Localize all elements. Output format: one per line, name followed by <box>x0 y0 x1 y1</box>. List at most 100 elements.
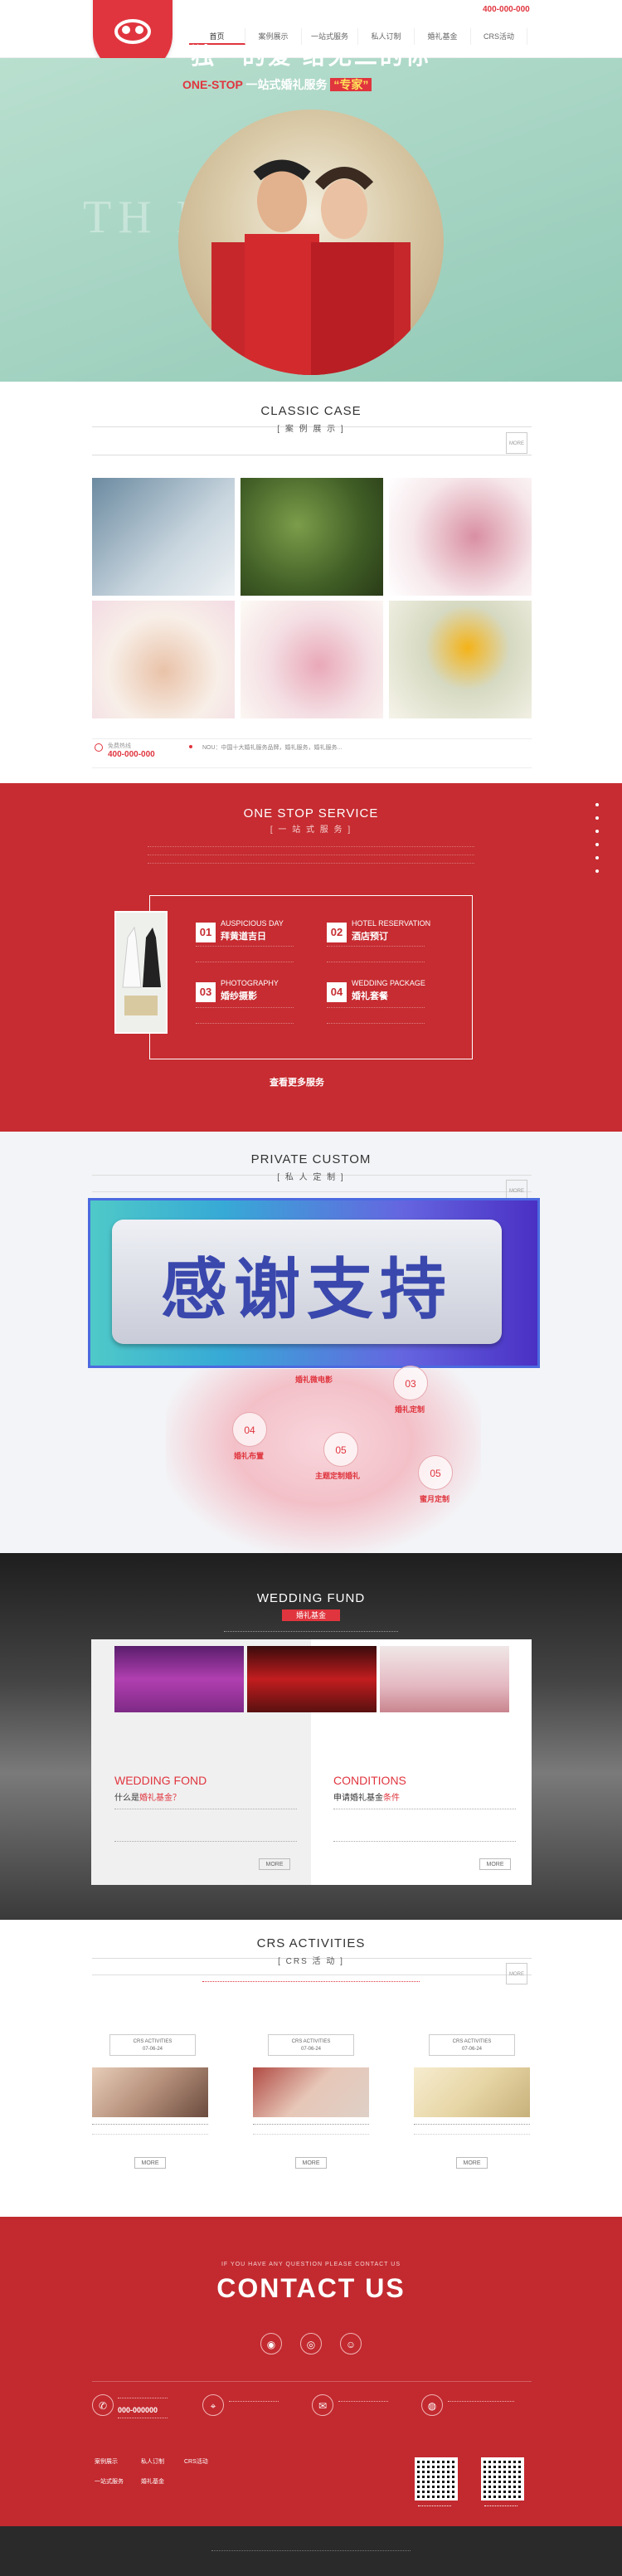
activity-tag-label: CRS ACTIVITIES <box>291 2039 331 2044</box>
hero-couple-photo <box>178 110 444 375</box>
page-dot[interactable] <box>595 816 599 820</box>
fund-right-title: CONDITIONS <box>333 1774 406 1787</box>
private-circle[interactable]: 05 <box>418 1455 453 1490</box>
fund-right-more-button[interactable]: MORE <box>479 1858 511 1870</box>
location-icon: ⌖ <box>202 2394 224 2416</box>
fund-right-cn-a: 申请婚礼基金 <box>333 1794 383 1803</box>
classic-more-button[interactable]: MORE <box>506 432 527 454</box>
fund-left-more-button[interactable]: MORE <box>259 1858 290 1870</box>
activity-photo[interactable] <box>92 2067 208 2117</box>
service-desc <box>327 946 425 962</box>
hero-subtitle: ONE-STOP 一站式婚礼服务 “专家” <box>182 76 372 93</box>
service-more-link[interactable]: 查看更多服务 <box>270 1075 324 1088</box>
news-ticker[interactable]: NOU：中国十大婚礼服务品牌，婚礼服务，婚礼服务... <box>202 743 342 752</box>
qq-icon[interactable]: ☺ <box>340 2333 362 2354</box>
activity-photo[interactable] <box>253 2067 369 2117</box>
case-photo[interactable] <box>241 478 383 596</box>
hero-onestop: ONE-STOP <box>182 78 243 91</box>
service-cn[interactable]: 婚礼套餐 <box>352 989 388 1002</box>
private-circle[interactable]: 05 <box>323 1432 358 1467</box>
page-dot[interactable] <box>595 856 599 859</box>
fund-left-cn-a: 什么是 <box>114 1794 139 1803</box>
service-title: ONE STOP SERVICE <box>243 806 379 821</box>
contact-website <box>448 2401 514 2403</box>
case-photo[interactable] <box>92 478 235 596</box>
service-desc <box>327 1007 425 1024</box>
news-bullet <box>189 745 192 748</box>
case-photo[interactable] <box>92 601 235 718</box>
case-photo[interactable] <box>389 478 532 596</box>
contact-phone-hint <box>118 2418 168 2419</box>
activity-desc <box>92 2134 208 2135</box>
hero-title: 独一的爱 给无二的你 <box>191 43 431 69</box>
private-label[interactable]: 蜜月定制 <box>420 1493 449 1504</box>
page-dot[interactable] <box>595 803 599 806</box>
activity-tag: CRS ACTIVITIES 07-06-24 <box>109 2034 196 2056</box>
mail-icon: ✉ <box>312 2394 333 2416</box>
activity-date: 07-06-24 <box>300 2047 322 2052</box>
service-en: PHOTOGRAPHY <box>221 979 279 987</box>
activity-more-button[interactable]: MORE <box>295 2157 327 2169</box>
activity-more-button[interactable]: MORE <box>134 2157 166 2169</box>
phone-icon <box>95 743 103 752</box>
qr-label <box>418 2505 451 2507</box>
activity-title[interactable] <box>414 2124 530 2126</box>
private-label[interactable]: 主题定制婚礼 <box>315 1470 360 1481</box>
private-label[interactable]: 婚礼布置 <box>234 1450 264 1461</box>
service-cn[interactable]: 婚纱摄影 <box>221 989 257 1002</box>
activity-date: 07-06-24 <box>142 2047 163 2052</box>
footer-link[interactable]: CRS活动 <box>184 2457 208 2466</box>
fund-right-desc <box>333 1809 516 1842</box>
service-num: 01 <box>196 923 216 942</box>
free-hotline-label: 免费热线 <box>108 743 131 749</box>
weibo-icon[interactable]: ◉ <box>260 2333 282 2354</box>
divider <box>92 1191 532 1192</box>
copyright-text <box>211 2550 411 2552</box>
contact-address <box>229 2401 279 2403</box>
classic-title: CLASSIC CASE <box>260 404 362 418</box>
private-circle[interactable]: 03 <box>393 1366 428 1400</box>
fund-left-subtitle: 什么是婚礼基金？ <box>114 1790 181 1803</box>
footer-link[interactable]: 私人订制 <box>141 2457 164 2466</box>
service-desc <box>196 1007 294 1024</box>
globe-icon: ◍ <box>421 2394 443 2416</box>
fund-photo <box>114 1646 244 1712</box>
service-cn[interactable]: 拜黄道吉日 <box>221 929 266 942</box>
activity-photo[interactable] <box>414 2067 530 2117</box>
activities-subtitle: [ CRS 活 动 ] <box>278 1957 344 1966</box>
page-dot[interactable] <box>595 869 599 873</box>
footer-link[interactable]: 一站式服务 <box>95 2477 124 2486</box>
classic-subtitle: [ 案 例 展 示 ] <box>277 425 345 434</box>
case-photo[interactable] <box>389 601 532 718</box>
case-photo[interactable] <box>241 601 383 718</box>
private-label[interactable]: 婚礼定制 <box>395 1404 425 1415</box>
service-intro-text <box>148 863 474 864</box>
fund-left-desc <box>114 1809 297 1842</box>
activity-tag: CRS ACTIVITIES 07-06-24 <box>268 2034 354 2056</box>
private-subtitle: [ 私 人 定 制 ] <box>277 1173 345 1182</box>
private-circle[interactable]: 04 <box>232 1412 267 1447</box>
wechat-icon[interactable]: ◎ <box>300 2333 322 2354</box>
qr-pattern <box>417 2460 455 2498</box>
phone-icon: ✆ <box>92 2394 114 2416</box>
footer-link[interactable]: 案例展示 <box>95 2457 118 2466</box>
footer-link[interactable]: 婚礼基金 <box>141 2477 164 2486</box>
activity-title[interactable] <box>253 2124 369 2126</box>
private-label[interactable]: 婚礼微电影 <box>295 1374 333 1385</box>
activities-title: CRS ACTIVITIES <box>256 1936 366 1950</box>
activities-more-button[interactable]: MORE <box>506 1963 527 1984</box>
page-dot[interactable] <box>595 830 599 833</box>
activity-more-button[interactable]: MORE <box>456 2157 488 2169</box>
service-en: HOTEL RESERVATION <box>352 919 431 928</box>
contact-small-text: IF YOU HAVE ANY QUESTION PLEASE CONTACT … <box>221 2262 401 2267</box>
page-dot[interactable] <box>595 843 599 846</box>
fund-right-subtitle: 申请婚礼基金条件 <box>333 1790 400 1803</box>
qr-label <box>484 2505 518 2507</box>
contact-title: CONTACT US <box>216 2273 406 2303</box>
fund-left-cn-b: 婚礼基金？ <box>139 1794 181 1803</box>
nav-item-crs[interactable]: CRS活动 <box>471 28 527 45</box>
service-cn[interactable]: 酒店预订 <box>352 929 388 942</box>
service-en: AUSPICIOUS DAY <box>221 919 284 928</box>
activity-desc <box>253 2134 369 2135</box>
activity-title[interactable] <box>92 2124 208 2126</box>
